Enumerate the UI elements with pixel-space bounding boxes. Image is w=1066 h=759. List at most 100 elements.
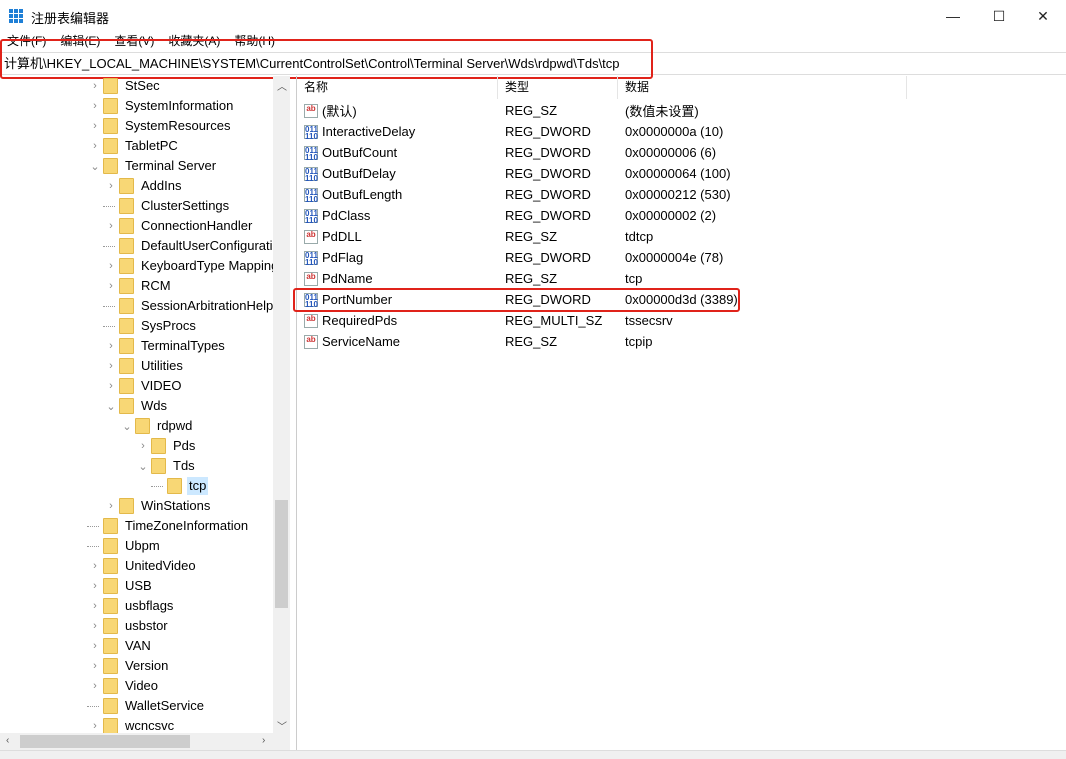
minimize-button[interactable]: — bbox=[930, 0, 976, 32]
tree-item[interactable]: › Utilities bbox=[103, 356, 185, 376]
tree-item[interactable]: ⌄ Terminal Server bbox=[87, 156, 218, 176]
tree-connector bbox=[103, 325, 115, 327]
chevron-right-icon[interactable]: › bbox=[87, 596, 103, 616]
maximize-button[interactable]: ☐ bbox=[976, 0, 1022, 32]
list-row[interactable]: ab PdName REG_SZ tcp bbox=[297, 268, 817, 289]
chevron-right-icon[interactable]: › bbox=[87, 136, 103, 156]
chevron-right-icon[interactable]: › bbox=[87, 676, 103, 696]
tree-item[interactable]: SessionArbitrationHelper bbox=[103, 296, 287, 316]
column-header-data[interactable]: 数据 bbox=[618, 76, 907, 99]
tree-item[interactable]: ⌄ rdpwd bbox=[119, 416, 194, 436]
tree-item[interactable]: › TerminalTypes bbox=[103, 336, 227, 356]
tree-item[interactable]: › RCM bbox=[103, 276, 173, 296]
menu-file[interactable]: 文件(F) bbox=[0, 32, 53, 52]
folder-icon bbox=[119, 338, 134, 354]
menu-edit[interactable]: 编辑(E) bbox=[53, 32, 107, 52]
tree-item[interactable]: › usbstor bbox=[87, 616, 170, 636]
scroll-right-icon[interactable]: › bbox=[262, 735, 265, 746]
tree-item[interactable]: › StSec bbox=[87, 76, 162, 96]
tree-horizontal-scrollbar[interactable]: ‹ › bbox=[0, 733, 290, 750]
value-data: 0x0000000a (10) bbox=[625, 124, 724, 139]
chevron-down-icon[interactable]: ⌄ bbox=[119, 416, 135, 436]
menu-help[interactable]: 帮助(H) bbox=[227, 32, 282, 52]
tree-item[interactable]: Ubpm bbox=[87, 536, 162, 556]
tree-item[interactable]: › Version bbox=[87, 656, 170, 676]
close-button[interactable]: ✕ bbox=[1020, 0, 1066, 32]
tree-item-label: Pds bbox=[173, 438, 196, 453]
tree-item[interactable]: tcp bbox=[151, 476, 209, 496]
list-row[interactable]: 011 110 PortNumber REG_DWORD 0x00000d3d (338… bbox=[297, 289, 817, 310]
tree-item[interactable]: › Video bbox=[87, 676, 160, 696]
list-row[interactable]: 011 110 OutBufLength REG_DWORD 0x00000212 (5… bbox=[297, 184, 817, 205]
list-row[interactable]: 011 110 PdFlag REG_DWORD 0x0000004e (78) bbox=[297, 247, 817, 268]
chevron-right-icon[interactable]: › bbox=[87, 636, 103, 656]
list-row[interactable]: 011 110 PdClass REG_DWORD 0x00000002 (2) bbox=[297, 205, 817, 226]
list-row[interactable]: ab RequiredPds REG_MULTI_SZ tssecsrv bbox=[297, 310, 817, 331]
chevron-right-icon[interactable]: › bbox=[87, 76, 103, 96]
tree-item[interactable]: › SystemInformation bbox=[87, 96, 235, 116]
chevron-right-icon[interactable]: › bbox=[103, 256, 119, 276]
tree-item[interactable]: › USB bbox=[87, 576, 154, 596]
value-data: tdtcp bbox=[625, 229, 654, 244]
chevron-right-icon[interactable]: › bbox=[103, 176, 119, 196]
tree-item[interactable]: › VAN bbox=[87, 636, 153, 656]
chevron-down-icon[interactable]: ⌄ bbox=[135, 456, 151, 476]
chevron-right-icon[interactable]: › bbox=[103, 336, 119, 356]
chevron-right-icon[interactable]: › bbox=[87, 96, 103, 116]
tree-item[interactable]: › KeyboardType Mapping bbox=[103, 256, 280, 276]
binary-value-icon: 011 110 bbox=[304, 187, 318, 204]
chevron-right-icon[interactable]: › bbox=[103, 496, 119, 516]
chevron-right-icon[interactable]: › bbox=[87, 556, 103, 576]
tree-horizontal-scroll-thumb[interactable] bbox=[20, 735, 190, 748]
list-row[interactable]: ab (默认) REG_SZ (数值未设置) bbox=[297, 100, 817, 121]
tree-item[interactable]: › usbflags bbox=[87, 596, 175, 616]
scroll-left-icon[interactable]: ‹ bbox=[6, 735, 9, 746]
chevron-right-icon[interactable]: › bbox=[103, 376, 119, 396]
tree-item[interactable]: › TabletPC bbox=[87, 136, 180, 156]
list-row[interactable]: ab PdDLL REG_SZ tdtcp bbox=[297, 226, 817, 247]
value-name-cell: 011 110 OutBufCount bbox=[297, 145, 497, 161]
chevron-right-icon[interactable]: › bbox=[87, 116, 103, 136]
menu-view[interactable]: 查看(V) bbox=[107, 32, 161, 52]
tree-vertical-scroll-thumb[interactable] bbox=[275, 500, 288, 608]
tree-item[interactable]: › AddIns bbox=[103, 176, 183, 196]
scroll-down-icon[interactable]: ﹀ bbox=[277, 718, 287, 733]
list-row[interactable]: 011 110 InteractiveDelay REG_DWORD 0x0000000… bbox=[297, 121, 817, 142]
chevron-right-icon[interactable]: › bbox=[87, 656, 103, 676]
tree-item[interactable]: DefaultUserConfiguration bbox=[103, 236, 289, 256]
tree-connector bbox=[151, 485, 163, 487]
tree-item[interactable]: ClusterSettings bbox=[103, 196, 231, 216]
chevron-down-icon[interactable]: ⌄ bbox=[103, 396, 119, 416]
tree-item[interactable]: ⌄ Tds bbox=[135, 456, 197, 476]
tree-item[interactable]: › UnitedVideo bbox=[87, 556, 198, 576]
list-row[interactable]: 011 110 OutBufDelay REG_DWORD 0x00000064 (10… bbox=[297, 163, 817, 184]
chevron-right-icon[interactable]: › bbox=[135, 436, 151, 456]
chevron-down-icon[interactable]: ⌄ bbox=[87, 156, 103, 176]
tree-item[interactable]: › VIDEO bbox=[103, 376, 183, 396]
string-value-icon: ab bbox=[304, 229, 318, 244]
tree-item[interactable]: › ConnectionHandler bbox=[103, 216, 254, 236]
title-bar: 注册表编辑器 — ☐ ✕ bbox=[0, 0, 1066, 32]
address-bar[interactable]: 计算机\HKEY_LOCAL_MACHINE\SYSTEM\CurrentCon… bbox=[0, 52, 1066, 75]
tree-item[interactable]: › Pds bbox=[135, 436, 197, 456]
tree-vertical-scrollbar[interactable]: ︿ ﹀ bbox=[273, 76, 290, 733]
tree-item[interactable]: › WinStations bbox=[103, 496, 212, 516]
chevron-right-icon[interactable]: › bbox=[87, 576, 103, 596]
value-name: PdDLL bbox=[322, 229, 362, 244]
column-header-name[interactable]: 名称 bbox=[297, 76, 498, 99]
tree-item[interactable]: SysProcs bbox=[103, 316, 198, 336]
menu-favorites[interactable]: 收藏夹(A) bbox=[161, 32, 227, 52]
tree-item[interactable]: › SystemResources bbox=[87, 116, 232, 136]
chevron-right-icon[interactable]: › bbox=[87, 616, 103, 636]
list-row[interactable]: 011 110 OutBufCount REG_DWORD 0x00000006 (6) bbox=[297, 142, 817, 163]
chevron-right-icon[interactable]: › bbox=[103, 356, 119, 376]
tree-item[interactable]: ⌄ Wds bbox=[103, 396, 169, 416]
chevron-right-icon[interactable]: › bbox=[103, 216, 119, 236]
scroll-up-icon[interactable]: ︿ bbox=[277, 78, 287, 93]
tree-item[interactable]: TimeZoneInformation bbox=[87, 516, 250, 536]
list-row[interactable]: ab ServiceName REG_SZ tcpip bbox=[297, 331, 817, 352]
tree-item[interactable]: WalletService bbox=[87, 696, 206, 716]
chevron-right-icon[interactable]: › bbox=[103, 276, 119, 296]
tree-item-label: WalletService bbox=[125, 698, 204, 713]
column-header-type[interactable]: 类型 bbox=[498, 76, 618, 99]
